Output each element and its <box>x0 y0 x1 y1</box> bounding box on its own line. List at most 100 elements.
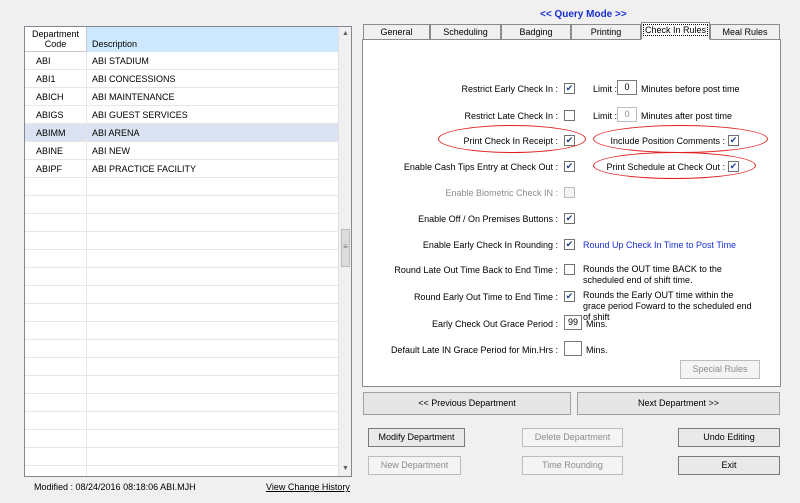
delete-department-button[interactable]: Delete Department <box>522 428 623 447</box>
time-rounding-button[interactable]: Time Rounding <box>522 456 623 475</box>
cell-code <box>25 376 87 394</box>
tab-meal-rules[interactable]: Meal Rules <box>710 24 780 39</box>
grace-period-label: Early Check Out Grace Period : <box>431 319 558 329</box>
tab-label: Printing <box>590 27 622 37</box>
grid-row-empty[interactable] <box>25 196 339 214</box>
query-mode-indicator: << Query Mode >> <box>540 9 627 20</box>
grace-period-input[interactable]: 99 <box>564 315 582 330</box>
round-early-checkbox[interactable]: ✔ <box>564 291 575 302</box>
early-rounding-note: Round Up Check In Time to Post Time <box>583 240 737 250</box>
grid-row-empty[interactable] <box>25 376 339 394</box>
cell-description: ABI STADIUM <box>92 56 149 66</box>
cell-description: ABI NEW <box>92 146 131 156</box>
grid-row[interactable]: ABIPF ABI PRACTICE FACILITY <box>25 160 339 178</box>
department-grid[interactable]: Department Code Description ABI ABI STADI… <box>24 26 352 477</box>
cash-tips-checkbox[interactable]: ✔ <box>564 161 575 172</box>
cell-code <box>25 250 87 268</box>
modify-department-button[interactable]: Modify Department <box>368 428 465 447</box>
grid-row-empty[interactable] <box>25 286 339 304</box>
grid-row-empty[interactable] <box>25 430 339 448</box>
grid-row-empty[interactable] <box>25 250 339 268</box>
next-department-button[interactable]: Next Department >> <box>577 392 780 415</box>
early-rounding-checkbox[interactable]: ✔ <box>564 239 575 250</box>
restrict-early-checkbox[interactable]: ✔ <box>564 83 575 94</box>
tab-badging[interactable]: Badging <box>501 24 571 39</box>
button-label: Exit <box>721 460 737 470</box>
biometric-label: Enable Biometric Check IN : <box>445 188 558 198</box>
grid-header: Department Code Description <box>25 27 339 52</box>
cell-description: ABI CONCESSIONS <box>92 74 176 84</box>
round-late-checkbox[interactable] <box>564 264 575 275</box>
grid-row-empty[interactable] <box>25 304 339 322</box>
grid-row-empty[interactable] <box>25 268 339 286</box>
tab-printing[interactable]: Printing <box>571 24 641 39</box>
special-rules-button[interactable]: Special Rules <box>680 360 760 379</box>
print-schedule-label: Print Schedule at Check Out : <box>606 162 725 172</box>
include-position-label: Include Position Comments : <box>610 136 725 146</box>
include-position-checkbox[interactable]: ✔ <box>728 135 739 146</box>
off-on-label: Enable Off / On Premises Buttons : <box>418 214 558 224</box>
limit-label-1: Limit : <box>593 84 618 94</box>
scroll-thumb[interactable]: ≡ <box>341 229 350 267</box>
grid-row-empty[interactable] <box>25 412 339 430</box>
grace-period-suffix: Mins. <box>586 319 608 329</box>
grid-row[interactable]: ABINE ABI NEW <box>25 142 339 160</box>
modified-info: Modified : 08/24/2016 08:18:06 ABI.MJH <box>34 482 196 492</box>
grid-row-empty[interactable] <box>25 322 339 340</box>
late-in-input[interactable] <box>564 341 582 356</box>
grid-row[interactable]: ABICH ABI MAINTENANCE <box>25 88 339 106</box>
cell-description <box>87 178 92 196</box>
cell-code <box>25 214 87 232</box>
off-on-checkbox[interactable]: ✔ <box>564 213 575 224</box>
grid-row[interactable]: ABIGS ABI GUEST SERVICES <box>25 106 339 124</box>
limit-before-input[interactable]: 0 <box>617 80 637 95</box>
previous-department-button[interactable]: << Previous Department <box>363 392 571 415</box>
column-header-code[interactable]: Department Code <box>25 27 87 52</box>
cell-code <box>25 232 87 250</box>
restrict-late-checkbox[interactable] <box>564 110 575 121</box>
view-change-history-link[interactable]: View Change History <box>266 482 350 492</box>
cell-code: ABIPF <box>25 160 87 178</box>
cell-code <box>25 304 87 322</box>
grid-row-empty[interactable] <box>25 394 339 412</box>
grid-row-empty[interactable] <box>25 466 339 476</box>
limit-after-input[interactable]: 0 <box>617 107 637 122</box>
new-department-button[interactable]: New Department <box>368 456 461 475</box>
round-late-note: Rounds the OUT time BACK to the schedule… <box>583 264 722 285</box>
button-label: Modify Department <box>378 432 455 442</box>
cell-description <box>87 412 92 430</box>
vertical-scrollbar[interactable]: ▲ ≡ ▼ <box>338 27 351 476</box>
grid-row-empty[interactable] <box>25 178 339 196</box>
grid-row[interactable]: ABIMM ABI ARENA <box>25 124 339 142</box>
cell-description <box>87 232 92 250</box>
grid-row-empty[interactable] <box>25 358 339 376</box>
column-header-description[interactable]: Description <box>87 27 339 52</box>
grid-row-empty[interactable] <box>25 214 339 232</box>
grid-row[interactable]: ABI1 ABI CONCESSIONS <box>25 70 339 88</box>
grid-row[interactable]: ABI ABI STADIUM <box>25 52 339 70</box>
scroll-up-arrow-icon[interactable]: ▲ <box>339 27 351 41</box>
undo-editing-button[interactable]: Undo Editing <box>678 428 780 447</box>
print-receipt-checkbox[interactable]: ✔ <box>564 135 575 146</box>
cell-description <box>87 214 92 232</box>
scroll-down-arrow-icon[interactable]: ▼ <box>339 462 351 476</box>
tab-check-in-rules[interactable]: Check In Rules <box>641 22 710 40</box>
limit-label-2: Limit : <box>593 111 618 121</box>
tab-general[interactable]: General <box>363 24 430 39</box>
tab-label: Scheduling <box>443 27 488 37</box>
limit-before-suffix: Minutes before post time <box>641 84 740 94</box>
grid-row-empty[interactable] <box>25 448 339 466</box>
cell-code <box>25 322 87 340</box>
cell-description <box>87 376 92 394</box>
round-early-label: Round Early Out Time to End Time : <box>413 292 558 302</box>
tab-label: Meal Rules <box>722 27 768 37</box>
grid-row-empty[interactable] <box>25 232 339 250</box>
tab-scheduling[interactable]: Scheduling <box>430 24 501 39</box>
grid-row-empty[interactable] <box>25 340 339 358</box>
cell-description: ABI GUEST SERVICES <box>92 110 188 120</box>
cell-code: ABINE <box>25 142 87 160</box>
print-schedule-checkbox[interactable]: ✔ <box>728 161 739 172</box>
exit-button[interactable]: Exit <box>678 456 780 475</box>
cell-description: ABI MAINTENANCE <box>92 92 175 102</box>
biometric-checkbox[interactable] <box>564 187 575 198</box>
